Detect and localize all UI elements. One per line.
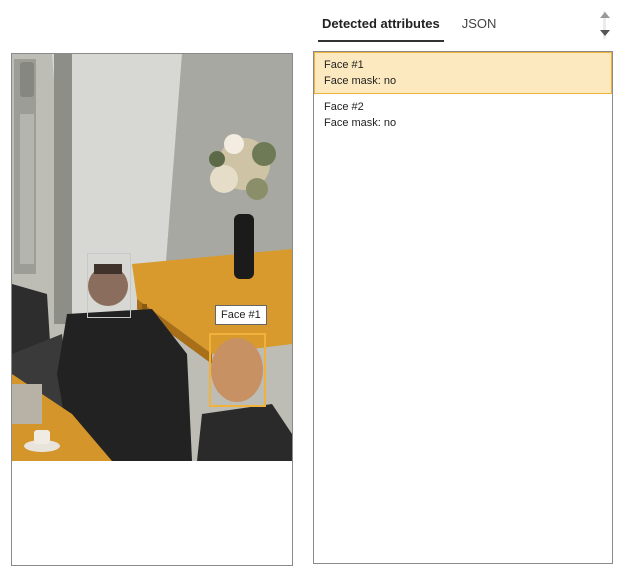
face-list-item-1[interactable]: Face #1 Face mask: no xyxy=(314,52,612,94)
face-title: Face #1 xyxy=(324,59,364,71)
scroll-up-icon[interactable] xyxy=(600,12,610,18)
scroll-arrows xyxy=(597,8,613,42)
tab-bar: Detected attributes JSON xyxy=(318,12,514,42)
image-pane: Face #1 xyxy=(11,53,293,566)
face-list-item-2[interactable]: Face #2 Face mask: no xyxy=(314,94,612,136)
tab-detected-attributes[interactable]: Detected attributes xyxy=(318,12,444,42)
face-attribute: Face mask: no xyxy=(324,117,397,129)
face-tooltip: Face #1 xyxy=(215,305,267,325)
face-title: Face #2 xyxy=(324,101,364,113)
detected-attributes-list: Face #1 Face mask: no Face #2 Face mask:… xyxy=(313,51,613,564)
face-attribute: Face mask: no xyxy=(324,75,397,87)
face-bounding-box-2[interactable] xyxy=(87,253,131,318)
face-bounding-box-1[interactable] xyxy=(209,333,266,407)
scroll-down-icon[interactable] xyxy=(600,30,610,36)
tab-json[interactable]: JSON xyxy=(458,12,501,42)
